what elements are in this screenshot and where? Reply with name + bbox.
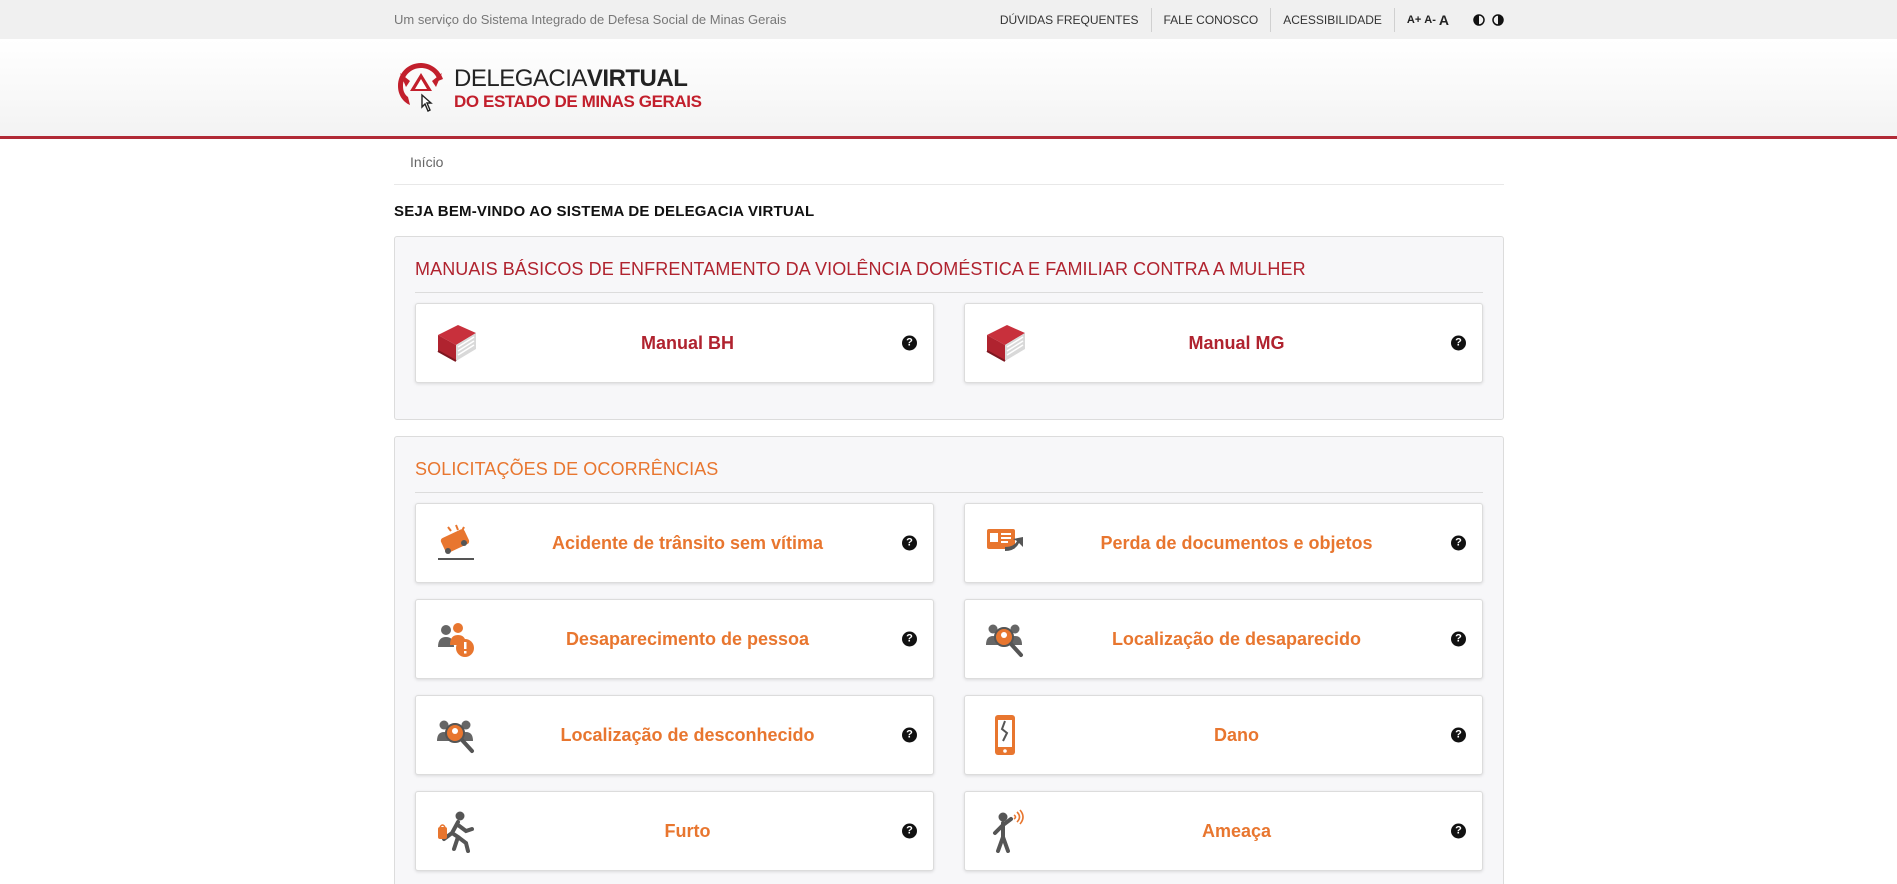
- breadcrumb-home[interactable]: Início: [410, 154, 443, 170]
- help-icon[interactable]: ?: [1451, 823, 1466, 839]
- font-decrease-button[interactable]: A-: [1424, 14, 1436, 26]
- logo-subtitle: DO ESTADO DE MINAS GERAIS: [454, 91, 702, 111]
- threat-icon: [979, 805, 1031, 857]
- help-icon[interactable]: ?: [902, 727, 917, 743]
- font-size-controls: A+ A- A: [1393, 7, 1461, 32]
- manual-mg-card[interactable]: Manual MG ?: [964, 303, 1483, 383]
- help-icon[interactable]: ?: [1451, 335, 1466, 351]
- requests-panel-title: SOLICITAÇÕES DE OCORRÊNCIAS: [415, 437, 1483, 493]
- help-icon[interactable]: ?: [902, 631, 917, 647]
- locate-missing-icon: [979, 613, 1031, 665]
- service-text: Um serviço do Sistema Integrado de Defes…: [394, 12, 787, 27]
- book-icon: [979, 317, 1031, 369]
- manuals-panel-title: MANUAIS BÁSICOS DE ENFRENTAMENTO DA VIOL…: [415, 237, 1483, 293]
- logo-emblem-icon[interactable]: [394, 59, 448, 117]
- accessibility-link[interactable]: ACESSIBILIDADE: [1270, 7, 1394, 32]
- missing-person-card[interactable]: Desaparecimento de pessoa ?: [415, 599, 934, 679]
- help-icon[interactable]: ?: [1451, 631, 1466, 647]
- help-icon[interactable]: ?: [902, 335, 917, 351]
- car-accident-card[interactable]: Acidente de trânsito sem vítima ?: [415, 503, 934, 583]
- missing-person-icon: [430, 613, 482, 665]
- top-links: DÚVIDAS FREQUENTES FALE CONOSCO ACESSIBI…: [988, 7, 1504, 32]
- theft-card[interactable]: Furto ?: [415, 791, 934, 871]
- manual-bh-card[interactable]: Manual BH ?: [415, 303, 934, 383]
- site-header: DELEGACIAVIRTUAL DO ESTADO DE MINAS GERA…: [0, 39, 1897, 139]
- locate-unknown-icon: [430, 709, 482, 761]
- font-reset-button[interactable]: A: [1439, 12, 1449, 28]
- damage-label: Dano: [1214, 724, 1259, 745]
- theft-label: Furto: [664, 820, 711, 841]
- manual-mg-label: Manual MG: [1188, 332, 1285, 353]
- lost-documents-label: Perda de documentos e objetos: [1100, 532, 1373, 553]
- damage-card[interactable]: Dano ?: [964, 695, 1483, 775]
- locate-unknown-card[interactable]: Localização de desconhecido ?: [415, 695, 934, 775]
- logo-title: DELEGACIAVIRTUAL: [454, 64, 688, 92]
- contrast-controls: [1461, 13, 1504, 26]
- contact-link[interactable]: FALE CONOSCO: [1150, 7, 1271, 32]
- help-icon[interactable]: ?: [902, 535, 917, 551]
- locate-unknown-label: Localização de desconhecido: [560, 724, 815, 745]
- missing-person-label: Desaparecimento de pessoa: [565, 628, 810, 649]
- main-content: Início SEJA BEM-VINDO AO SISTEMA DE DELE…: [394, 139, 1504, 884]
- requests-panel: SOLICITAÇÕES DE OCORRÊNCIAS Acidente de …: [394, 436, 1504, 884]
- faq-link[interactable]: DÚVIDAS FREQUENTES: [988, 8, 1151, 32]
- locate-missing-label: Localização de desaparecido: [1111, 628, 1362, 649]
- help-icon[interactable]: ?: [1451, 727, 1466, 743]
- contrast-icon[interactable]: [1473, 13, 1485, 26]
- threat-label: Ameaça: [1201, 820, 1272, 841]
- breadcrumb: Início: [394, 139, 1504, 185]
- car-accident-icon: [430, 517, 482, 569]
- top-bar: Um serviço do Sistema Integrado de Defes…: [0, 0, 1897, 39]
- threat-card[interactable]: Ameaça ?: [964, 791, 1483, 871]
- broken-phone-icon: [979, 709, 1031, 761]
- car-accident-label: Acidente de trânsito sem vítima: [551, 532, 824, 553]
- manual-bh-label: Manual BH: [640, 332, 734, 353]
- font-increase-button[interactable]: A+: [1407, 14, 1421, 26]
- book-icon: [430, 317, 482, 369]
- logo-text[interactable]: DELEGACIAVIRTUAL DO ESTADO DE MINAS GERA…: [454, 64, 702, 111]
- theft-icon: [430, 805, 482, 857]
- lost-documents-icon: [979, 517, 1031, 569]
- high-contrast-icon[interactable]: [1492, 13, 1504, 26]
- manuals-panel: MANUAIS BÁSICOS DE ENFRENTAMENTO DA VIOL…: [394, 236, 1504, 420]
- locate-missing-card[interactable]: Localização de desaparecido ?: [964, 599, 1483, 679]
- help-icon[interactable]: ?: [1451, 535, 1466, 551]
- help-icon[interactable]: ?: [902, 823, 917, 839]
- page-title: SEJA BEM-VINDO AO SISTEMA DE DELEGACIA V…: [394, 203, 815, 220]
- lost-documents-card[interactable]: Perda de documentos e objetos ?: [964, 503, 1483, 583]
